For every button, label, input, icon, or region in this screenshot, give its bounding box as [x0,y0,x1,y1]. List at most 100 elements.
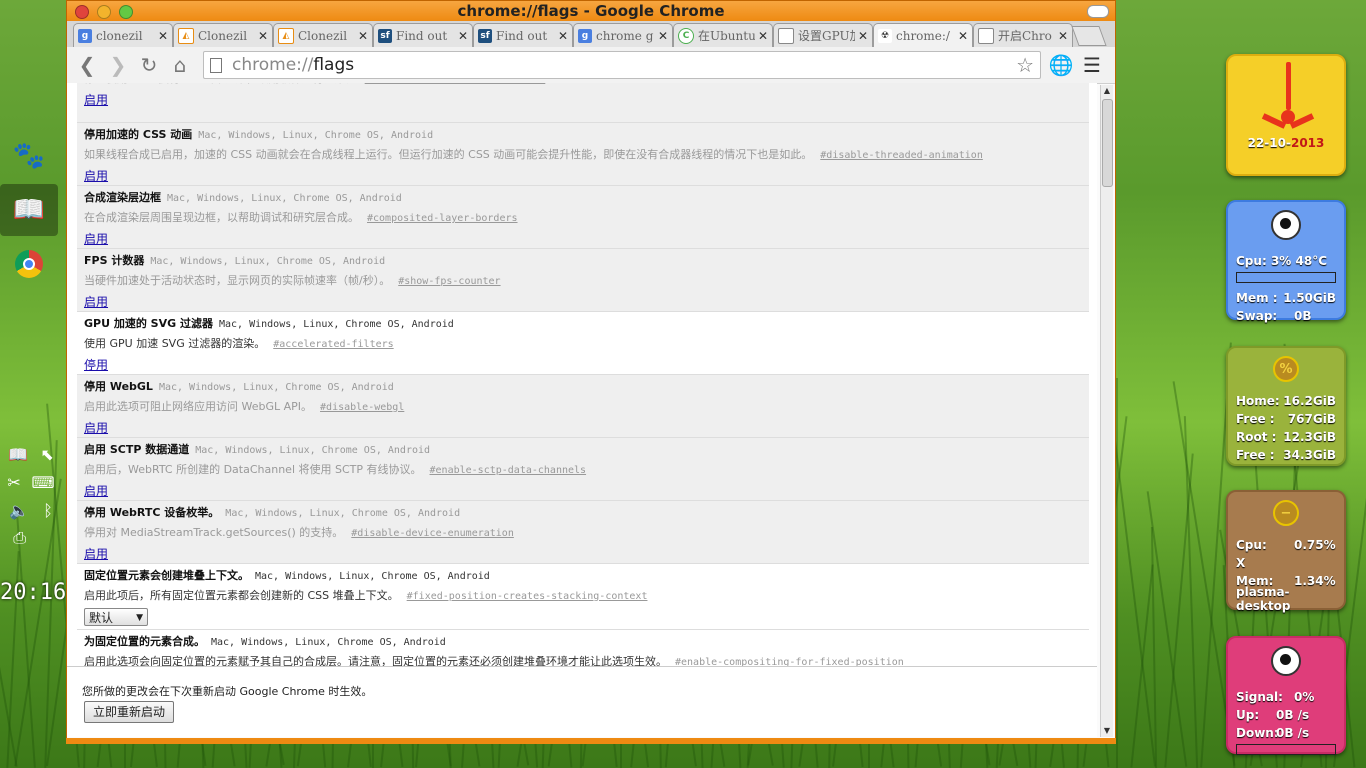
bluetooth-icon[interactable]: ᛒ [43,501,53,520]
experiment-name: 停用 WebRTC 设备枚举。 [84,506,220,519]
toolbar: ❮ ❯ ↻ ⌂ chrome://flags ☆ 🌐 ☰ [67,47,1115,84]
system-monitor-widget[interactable]: Cpu: 3% 48°C Mem : 1.50GiB Swap: 0B [1226,200,1346,323]
experiment-row: 停止使用 GPU 执行 2D 画布渲染，改用软件进行渲染。 #disable-ac… [77,83,1089,123]
tab-0[interactable]: g clonezil ✕ [73,23,173,47]
experiment-anchor-link[interactable]: #enable-compositing-for-fixed-position [675,657,904,666]
scissors-icon[interactable]: ✂ [7,473,20,492]
experiment-toggle-link[interactable]: 启用 [84,419,108,436]
cpu-label: Cpu: [1236,254,1267,268]
signal-value: 0% [1294,690,1315,704]
volume-icon[interactable]: 🔈 [9,501,29,520]
book-icon[interactable]: 📖 [8,445,28,464]
experiment-anchor-link[interactable]: #disable-threaded-animation [820,150,983,161]
tab-5[interactable]: g chrome g ✕ [573,23,673,47]
bookmark-star-icon[interactable]: ☆ [1016,53,1034,77]
tab-close-icon[interactable]: ✕ [658,29,668,43]
printer-icon[interactable]: ⎙ [13,528,26,548]
scroll-down-icon[interactable]: ▼ [1101,725,1113,737]
close-window-button[interactable] [75,5,89,19]
omnibox[interactable]: chrome://flags ☆ [203,51,1041,79]
tab-close-icon[interactable]: ✕ [858,29,868,43]
google-icon: g [578,28,592,43]
experiment-select[interactable]: 默认 ▼ [84,608,148,626]
experiment-platforms: Mac, Windows, Linux, Chrome OS, Android [167,193,402,204]
maximize-window-button[interactable] [119,5,133,19]
globe-extension-icon[interactable]: 🌐 [1047,51,1075,79]
experiment-toggle-link[interactable]: 启用 [84,167,108,184]
forward-button[interactable]: ❯ [104,51,132,79]
tab-8[interactable]: ☢ chrome:/ ✕ [873,23,973,47]
gnome-foot-icon[interactable]: 🐾 [0,130,58,182]
scroll-up-icon[interactable]: ▲ [1101,85,1113,97]
experiment-toggle-link[interactable]: 启用 [84,230,108,247]
book-reader-icon[interactable]: 📖 [0,184,58,236]
disk-value: 12.3GiB [1283,430,1336,444]
home-button[interactable]: ⌂ [166,51,194,79]
tab-1[interactable]: ◭ Clonezil ✕ [173,23,273,47]
tab-close-icon[interactable]: ✕ [158,29,168,43]
experiment-row: 固定位置元素会创建堆叠上下文。 Mac, Windows, Linux, Chro… [77,564,1089,630]
network-widget[interactable]: Signal: 0% Up: 0B /s Down: 0B /s [1226,636,1346,755]
experiment-anchor-link[interactable]: #show-fps-counter [398,276,500,287]
proc-cpu-label: Cpu: [1236,538,1267,552]
tab-label: clonezil [96,28,143,43]
experiment-anchor-link[interactable]: #accelerated-filters [273,339,393,350]
experiment-anchor-link[interactable]: #fixed-position-creates-stacking-context [407,591,648,602]
tab-label: Find out [496,28,548,43]
experiment-toggle-link[interactable]: 停用 [84,356,108,373]
experiment-anchor-link[interactable]: #disable-device-enumeration [351,528,514,539]
experiment-anchor-link[interactable]: #composited-layer-borders [367,213,518,224]
relaunch-button[interactable]: 立即重新启动 [84,701,175,723]
title-bar[interactable]: chrome://flags - Google Chrome [67,1,1115,21]
restart-note: 您所做的更改会在下次重新启动 Google Chrome 时生效。 [82,685,373,698]
tab-close-icon[interactable]: ✕ [458,29,468,43]
reload-button[interactable]: ↻ [135,51,163,79]
tab-2[interactable]: ◭ Clonezil ✕ [273,23,373,47]
up-value: 0B /s [1276,708,1310,722]
eye-icon [1271,210,1301,240]
tab-label: Clonezil [298,28,348,43]
experiment-toggle-link[interactable]: 启用 [84,91,108,108]
clock-widget[interactable]: 22-10-2013 [1226,54,1346,176]
cpu-bar [1236,272,1336,283]
clonezilla-icon: ◭ [278,27,294,44]
experiment-anchor-link[interactable]: #disable-accelerated-2d-canvas [365,83,546,85]
tab-close-icon[interactable]: ✕ [758,29,768,43]
tab-close-icon[interactable]: ✕ [358,29,368,43]
tab-close-icon[interactable]: ✕ [958,29,968,43]
disk-value: 16.2GiB [1283,394,1336,408]
flags-content: 停止使用 GPU 执行 2D 画布渲染，改用软件进行渲染。 #disable-ac… [67,83,1097,666]
proc-name-2: plasma-desktop [1236,585,1291,613]
chrome-icon [15,250,43,278]
up-label: Up: [1236,708,1260,722]
experiment-anchor-link[interactable]: #disable-webgl [320,402,404,413]
minimize-window-button[interactable] [97,5,111,19]
tab-7[interactable]: 设置GPU加✕ [773,23,873,47]
left-dock: 🐾 📖 [0,130,60,292]
desktop-clock: 20:16 [0,580,67,605]
keyboard-icon[interactable]: ⌨ [32,473,55,492]
cursor-icon[interactable]: ⬉ [40,445,53,464]
tab-close-icon[interactable]: ✕ [258,29,268,43]
disk-widget[interactable]: % Home: 16.2GiB Free : 767GiB Root : 12.3GiB F… [1226,346,1346,466]
tab-close-icon[interactable]: ✕ [558,29,568,43]
scrollbar[interactable]: ▲ ▼ [1100,85,1113,737]
experiment-toggle-link[interactable]: 启用 [84,545,108,562]
chrome-launcher[interactable] [0,238,58,290]
scroll-thumb[interactable] [1102,99,1113,187]
tab-9[interactable]: 开启Chro ✕ [973,23,1073,47]
new-tab-button[interactable] [1071,26,1107,46]
back-button[interactable]: ❮ [73,51,101,79]
experiment-anchor-link[interactable]: #enable-sctp-data-channels [430,465,587,476]
tab-close-icon[interactable]: ✕ [1058,29,1068,43]
tab-6[interactable]: C 在Ubuntu ✕ [673,23,773,47]
experiment-toggle-link[interactable]: 启用 [84,293,108,310]
tab-3[interactable]: sf Find out ✕ [373,23,473,47]
restore-button[interactable] [1087,5,1109,18]
experiment-description: 停用对 MediaStreamTrack.getSources() 的支持。 [84,526,344,539]
experiment-toggle-link[interactable]: 启用 [84,482,108,499]
process-widget[interactable]: − Cpu: 0.75% X Mem: 1.34% plasma-desktop [1226,490,1346,613]
menu-icon[interactable]: ☰ [1078,51,1106,79]
tab-4[interactable]: sf Find out ✕ [473,23,573,47]
year-text: 2013 [1290,136,1325,150]
